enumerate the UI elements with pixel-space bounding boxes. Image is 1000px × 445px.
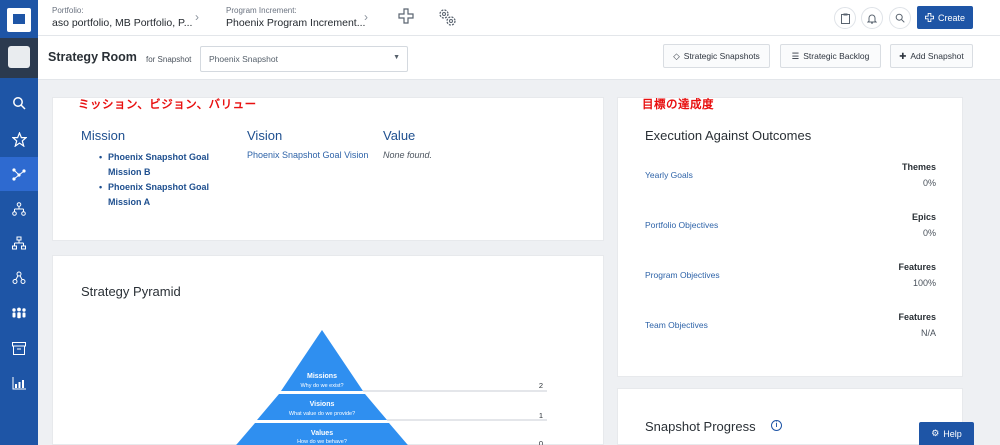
- avatar-section[interactable]: [0, 38, 38, 78]
- strategic-backlog-label: Strategic Backlog: [803, 51, 870, 61]
- chevron-right-icon: ›: [364, 10, 368, 24]
- outcome-percent: 100%: [912, 278, 936, 288]
- snapshot-icon: ◇: [673, 50, 680, 61]
- vision-link[interactable]: Phoenix Snapshot Goal Vision: [247, 150, 368, 160]
- breadcrumb-value: Phoenix Program Increment...: [226, 17, 366, 29]
- outcome-label[interactable]: Yearly Goals: [645, 170, 693, 180]
- team-network-icon[interactable]: [0, 261, 38, 295]
- vision-title: Vision: [247, 128, 283, 143]
- for-snapshot-label: for Snapshot: [146, 55, 192, 64]
- snapshot-progress-card: Snapshot Progress i: [617, 388, 963, 445]
- create-button-label: Create: [937, 12, 965, 23]
- execution-outcomes-title: Execution Against Outcomes: [645, 128, 812, 143]
- annotation-goals: 目標の達成度: [642, 99, 714, 111]
- pyramid-missions-tier[interactable]: [281, 330, 363, 391]
- outcome-label[interactable]: Team Objectives: [645, 320, 708, 330]
- outcome-percent: 0%: [922, 178, 936, 188]
- help-button[interactable]: ⚙ Help: [919, 422, 974, 445]
- add-context-icon[interactable]: [398, 8, 414, 29]
- plus-icon: ✚: [899, 50, 907, 61]
- search-nav-icon[interactable]: [0, 86, 38, 120]
- outcome-label[interactable]: Portfolio Objectives: [645, 220, 718, 230]
- mission-title: Mission: [81, 128, 126, 143]
- search-icon[interactable]: [889, 7, 911, 29]
- plus-icon: [924, 13, 934, 22]
- pyramid-values-label: Values: [311, 430, 333, 437]
- clipboard-icon[interactable]: [834, 7, 856, 29]
- strategic-snapshots-label: Strategic Snapshots: [683, 51, 760, 61]
- archive-icon[interactable]: [0, 331, 38, 365]
- help-label: Help: [943, 428, 962, 439]
- strategic-snapshots-button[interactable]: ◇ Strategic Snapshots: [663, 44, 770, 68]
- reports-chart-icon[interactable]: [0, 366, 38, 400]
- outcome-type: Features: [898, 312, 936, 322]
- add-snapshot-button[interactable]: ✚ Add Snapshot: [890, 44, 973, 68]
- outcome-type: Themes: [901, 162, 936, 172]
- add-snapshot-label: Add Snapshot: [910, 51, 964, 61]
- outcome-row-yearly-goals: Yearly Goals Themes 0%: [618, 162, 964, 212]
- strategy-pyramid-card: Strategy Pyramid Missions Why do we exis…: [52, 255, 604, 445]
- page-header: Strategy Room for Snapshot Phoenix Snaps…: [38, 36, 1000, 80]
- breadcrumb-program-increment[interactable]: Program Increment: Phoenix Program Incre…: [226, 6, 365, 29]
- hierarchy-icon[interactable]: [0, 192, 38, 226]
- pyramid-values-sub: How do we behave?: [297, 439, 347, 445]
- strategy-icon[interactable]: [0, 157, 38, 191]
- snapshot-select-value: Phoenix Snapshot: [209, 54, 278, 64]
- value-title: Value: [383, 128, 416, 143]
- gears-icon[interactable]: [436, 6, 458, 33]
- outcome-type: Epics: [911, 212, 936, 222]
- strategy-pyramid-chart: Missions Why do we exist? Visions What v…: [236, 330, 547, 445]
- app-logo[interactable]: [7, 8, 31, 32]
- mission-item[interactable]: Phoenix Snapshot Goal Mission B: [99, 150, 219, 179]
- chevron-right-icon: ›: [195, 10, 199, 24]
- outcome-label[interactable]: Program Objectives: [645, 270, 720, 280]
- org-chart-icon[interactable]: [0, 226, 38, 260]
- breadcrumb-key: Portfolio:: [52, 6, 84, 15]
- caret-down-icon: ▼: [393, 54, 400, 61]
- pyramid-visions-label: Visions: [310, 401, 335, 408]
- backlog-icon: ☰: [791, 50, 800, 61]
- annotation-mvv: ミッション、ビジョン、バリュー: [78, 99, 257, 111]
- snapshot-progress-title: Snapshot Progress: [645, 419, 756, 434]
- outcome-row-program-objectives: Program Objectives Features 100%: [618, 262, 964, 312]
- star-icon[interactable]: [0, 122, 38, 156]
- mission-list: Phoenix Snapshot Goal Mission B Phoenix …: [99, 150, 219, 210]
- bell-icon[interactable]: [861, 7, 883, 29]
- left-nav-rail: [0, 0, 38, 445]
- page-title: Strategy Room: [48, 50, 137, 64]
- snapshot-select[interactable]: Phoenix Snapshot ▼: [200, 46, 408, 72]
- outcome-percent: 0%: [922, 228, 936, 238]
- pyramid-visions-sub: What value do we provide?: [289, 411, 355, 417]
- pyramid-missions-sub: Why do we exist?: [300, 383, 343, 389]
- pyramid-missions-count: 2: [539, 381, 543, 390]
- outcome-type: Features: [898, 262, 936, 272]
- info-icon[interactable]: i: [771, 420, 782, 431]
- pyramid-visions-count: 1: [539, 411, 543, 420]
- outcome-row-team-objectives: Team Objectives Features N/A: [618, 312, 964, 362]
- outcome-percent: N/A: [920, 328, 936, 338]
- pyramid-values-count: 0: [539, 439, 543, 445]
- pyramid-missions-label: Missions: [307, 373, 337, 380]
- top-bar: Portfolio: aso portfolio, MB Portfolio, …: [38, 0, 1000, 36]
- breadcrumb-value: aso portfolio, MB Portfolio, P...: [52, 17, 193, 29]
- people-icon[interactable]: [0, 296, 38, 330]
- value-empty-text: None found.: [383, 150, 433, 160]
- breadcrumb-portfolio[interactable]: Portfolio: aso portfolio, MB Portfolio, …: [52, 6, 192, 29]
- execution-outcomes-card: Execution Against Outcomes Yearly Goals …: [617, 97, 963, 377]
- avatar[interactable]: [8, 46, 30, 68]
- gear-icon: ⚙: [931, 428, 940, 438]
- strategic-backlog-button[interactable]: ☰ Strategic Backlog: [780, 44, 881, 68]
- mission-vision-value-card: Mission Vision Value Phoenix Snapshot Go…: [52, 97, 604, 241]
- create-button[interactable]: Create: [917, 6, 973, 29]
- breadcrumb-key: Program Increment:: [226, 6, 297, 15]
- outcome-row-portfolio-objectives: Portfolio Objectives Epics 0%: [618, 212, 964, 262]
- mission-item[interactable]: Phoenix Snapshot Goal Mission A: [99, 180, 219, 209]
